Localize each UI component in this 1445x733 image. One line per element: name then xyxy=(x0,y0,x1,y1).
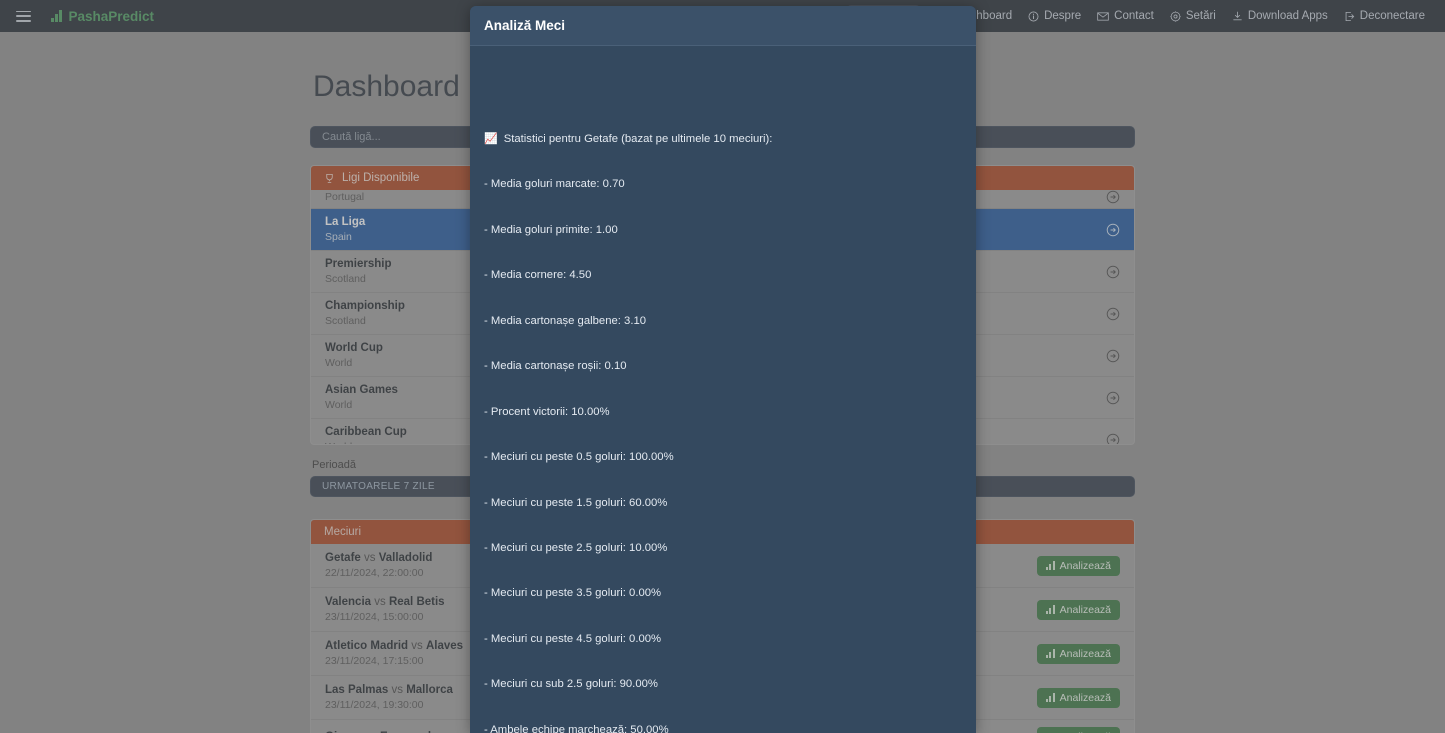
stat-line: - Media cartonașe roșii: 0.10 xyxy=(484,360,627,373)
stat-line: - Meciuri cu peste 2.5 goluri: 10.00% xyxy=(484,542,668,554)
stat-line: - Meciuri cu peste 3.5 goluri: 0.00% xyxy=(484,587,662,600)
chart-increasing-icon: 📈 xyxy=(484,132,498,145)
modal-body: 📈 Statistici pentru Getafe (bazat pe ult… xyxy=(470,46,976,733)
stat-line: - Media goluri primite: 1.00 xyxy=(484,223,618,236)
analysis-section-getafe: 📈 Statistici pentru Getafe (bazat pe ult… xyxy=(484,101,962,733)
modal-header: Analiză Meci xyxy=(470,6,976,46)
stat-line: - Procent victorii: 10.00% xyxy=(484,405,610,418)
section-heading: 📈 Statistici pentru Getafe (bazat pe ult… xyxy=(484,132,962,147)
stat-line: - Ambele echipe marchează: 50.00% xyxy=(484,723,669,733)
section-heading-text: Statistici pentru Getafe (bazat pe ultim… xyxy=(503,132,773,145)
modal-title: Analiză Meci xyxy=(484,18,566,33)
stat-line: - Media cornere: 4.50 xyxy=(484,269,592,282)
analysis-modal: Analiză Meci 📈 Statistici pentru Getafe … xyxy=(470,6,976,733)
stat-line: - Meciuri cu peste 0.5 goluri: 100.00% xyxy=(484,451,674,464)
stat-line: - Meciuri cu peste 4.5 goluri: 0.00% xyxy=(484,632,662,645)
stat-line: - Media goluri marcate: 0.70 xyxy=(484,178,625,191)
stat-line: - Meciuri cu sub 2.5 goluri: 90.00% xyxy=(484,678,658,691)
stat-line: - Media cartonașe galbene: 3.10 xyxy=(484,314,647,327)
stat-line: - Meciuri cu peste 1.5 goluri: 60.00% xyxy=(484,496,668,509)
